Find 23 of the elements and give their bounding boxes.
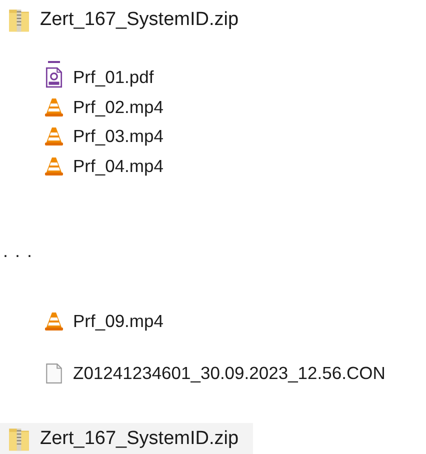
file-row[interactable]: Prf_09.mp4 <box>0 306 426 338</box>
blank-file-icon <box>45 363 63 384</box>
file-row[interactable]: Prf_03.mp4 <box>0 122 426 152</box>
file-name: Prf_04.mp4 <box>73 156 164 177</box>
file-name: Prf_01.pdf <box>73 67 154 88</box>
file-name: Z01241234601_30.09.2023_12.56.CON <box>73 363 386 384</box>
archive-name: Zert_167_SystemID.zip <box>40 428 239 450</box>
file-name: Prf_03.mp4 <box>73 126 164 148</box>
file-name: Prf_02.mp4 <box>73 96 164 118</box>
traffic-cone-icon <box>45 311 63 332</box>
file-row[interactable]: Z01241234601_30.09.2023_12.56.CON <box>0 358 426 390</box>
file-row[interactable]: Prf_02.mp4 <box>0 92 426 122</box>
file-row[interactable]: Prf_01.pdf <box>0 62 426 92</box>
file-row[interactable]: Prf_04.mp4 <box>0 152 426 182</box>
traffic-cone-icon <box>45 156 63 177</box>
archive-row[interactable]: Zert_167_SystemID.zip <box>0 4 253 35</box>
traffic-cone-icon <box>45 96 63 118</box>
ellipsis-text: . . . <box>3 241 34 262</box>
document-icon <box>45 67 63 88</box>
archive-row[interactable]: Zert_167_SystemID.zip <box>0 423 253 454</box>
traffic-cone-icon <box>45 126 63 148</box>
file-name: Prf_09.mp4 <box>73 311 164 332</box>
archive-name: Zert_167_SystemID.zip <box>40 8 239 30</box>
